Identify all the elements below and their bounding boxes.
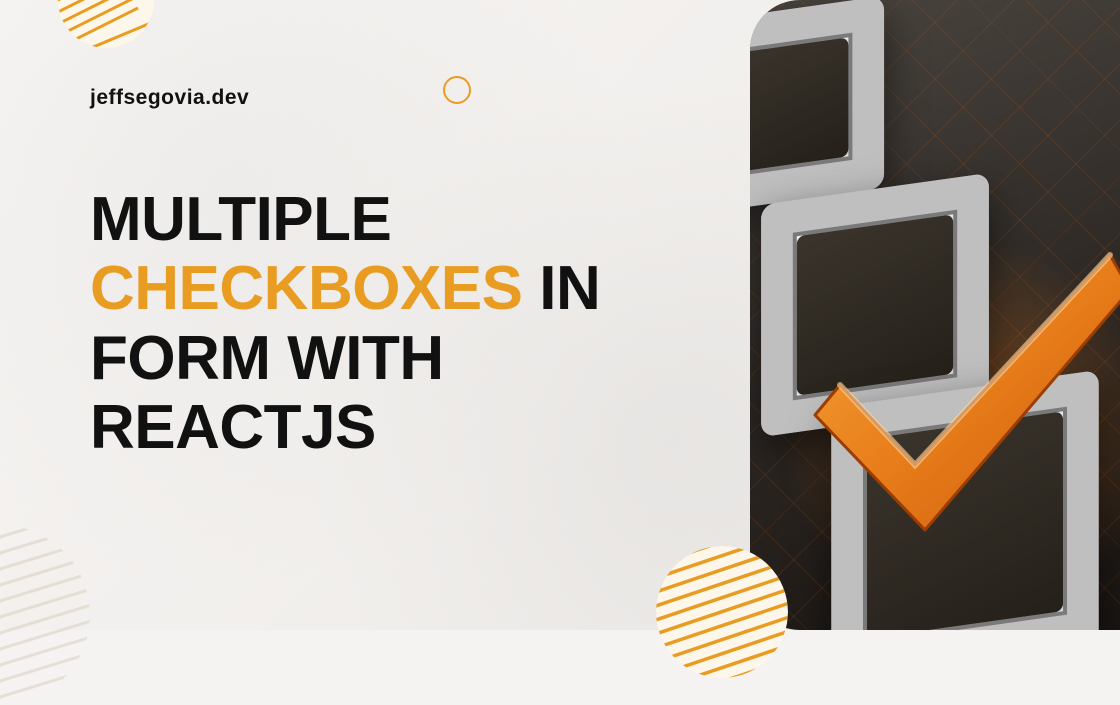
headline-line3: FORM WITH	[90, 324, 444, 393]
headline-line4: REACTJS	[90, 393, 376, 462]
ring-decoration-icon	[443, 76, 471, 104]
headline-accent: CHECKBOXES	[90, 254, 523, 323]
headline-line2-suffix: IN	[523, 254, 601, 323]
headline-line1: MULTIPLE	[90, 185, 391, 254]
decorative-circle-bottom-right	[656, 546, 788, 678]
checkbox-shape-3	[831, 370, 1098, 630]
site-name: jeffsegovia.dev	[90, 86, 249, 110]
headline: MULTIPLE CHECKBOXES IN FORM WITH REACTJS	[90, 185, 600, 463]
checkbox-shape-1	[750, 0, 884, 214]
hero-image	[750, 0, 1120, 630]
